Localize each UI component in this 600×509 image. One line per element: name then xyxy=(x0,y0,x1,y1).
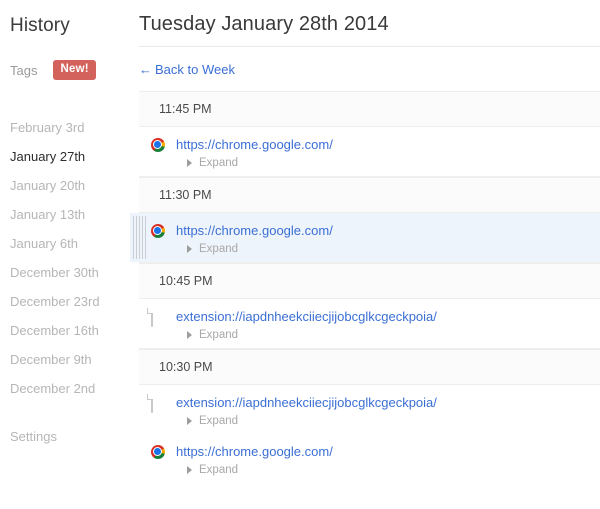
time-group-header: 10:30 PM xyxy=(139,349,600,385)
tags-row[interactable]: Tags New! xyxy=(0,54,130,86)
entry-url-link[interactable]: https://chrome.google.com/ xyxy=(176,443,333,460)
expand-toggle[interactable]: Expand xyxy=(139,329,600,341)
chrome-favicon xyxy=(150,444,166,460)
expand-label: Expand xyxy=(199,415,238,427)
time-group-header: 11:30 PM xyxy=(139,177,600,213)
history-entry[interactable]: https://chrome.google.com/Expand xyxy=(139,127,600,176)
back-to-week-link[interactable]: ←Back to Week xyxy=(139,62,235,77)
sidebar-item-date[interactable]: December 30th xyxy=(0,258,130,287)
expand-label: Expand xyxy=(199,329,238,341)
triangle-right-icon xyxy=(187,331,192,339)
entry-main: extension://iapdnheekciiecjijobcglkcgeck… xyxy=(139,394,600,411)
new-badge: New! xyxy=(53,60,95,81)
entry-url-link[interactable]: extension://iapdnheekciiecjijobcglkcgeck… xyxy=(176,308,437,325)
entry-main: https://chrome.google.com/ xyxy=(139,136,600,153)
time-group-header: 11:45 PM xyxy=(139,91,600,127)
sidebar-item-date[interactable]: January 27th xyxy=(0,142,130,171)
time-group-header: 10:45 PM xyxy=(139,263,600,299)
sidebar-item-date[interactable]: December 9th xyxy=(0,345,130,374)
triangle-right-icon xyxy=(187,159,192,167)
history-timeline: 11:45 PMhttps://chrome.google.com/Expand… xyxy=(130,91,600,483)
expand-toggle[interactable]: Expand xyxy=(139,464,600,476)
page-favicon xyxy=(150,309,166,325)
history-entry[interactable]: extension://iapdnheekciiecjijobcglkcgeck… xyxy=(139,385,600,434)
expand-toggle[interactable]: Expand xyxy=(139,157,600,169)
entry-main: https://chrome.google.com/ xyxy=(139,443,600,460)
entry-group: extension://iapdnheekciiecjijobcglkcgeck… xyxy=(130,299,600,348)
chrome-favicon xyxy=(150,137,166,153)
back-to-week-label: Back to Week xyxy=(155,62,235,77)
sidebar-item-settings[interactable]: Settings xyxy=(0,429,57,444)
expand-label: Expand xyxy=(199,464,238,476)
entry-group: https://chrome.google.com/Expand xyxy=(130,213,600,262)
sidebar: History Tags New! February 3rdJanuary 27… xyxy=(0,0,130,509)
sidebar-item-date[interactable]: December 16th xyxy=(0,316,130,345)
entry-url-link[interactable]: https://chrome.google.com/ xyxy=(176,136,333,153)
entry-group: extension://iapdnheekciiecjijobcglkcgeck… xyxy=(130,385,600,483)
entry-url-link[interactable]: extension://iapdnheekciiecjijobcglkcgeck… xyxy=(176,394,437,411)
entry-group: https://chrome.google.com/Expand xyxy=(130,127,600,176)
history-entry[interactable]: https://chrome.google.com/Expand xyxy=(139,434,600,483)
triangle-right-icon xyxy=(187,466,192,474)
sidebar-item-date[interactable]: December 2nd xyxy=(0,374,130,403)
sidebar-item-date[interactable]: February 3rd xyxy=(0,113,130,142)
drag-handle-icon[interactable] xyxy=(132,216,148,259)
back-row: ←Back to Week xyxy=(130,47,600,91)
triangle-right-icon xyxy=(187,417,192,425)
expand-toggle[interactable]: Expand xyxy=(139,243,600,255)
expand-label: Expand xyxy=(199,243,238,255)
page-title: Tuesday January 28th 2014 xyxy=(130,0,600,46)
app-title: History xyxy=(0,0,130,52)
entry-main: https://chrome.google.com/ xyxy=(139,222,600,239)
sidebar-item-date[interactable]: January 13th xyxy=(0,200,130,229)
tags-label: Tags xyxy=(10,63,37,78)
sidebar-item-date[interactable]: December 23rd xyxy=(0,287,130,316)
chrome-favicon xyxy=(150,223,166,239)
history-entry[interactable]: extension://iapdnheekciiecjijobcglkcgeck… xyxy=(139,299,600,348)
entry-url-link[interactable]: https://chrome.google.com/ xyxy=(176,222,333,239)
left-arrow-icon: ← xyxy=(139,62,152,77)
expand-label: Expand xyxy=(199,157,238,169)
history-entry[interactable]: https://chrome.google.com/Expand xyxy=(130,213,600,262)
page-favicon xyxy=(150,395,166,411)
main-content: Tuesday January 28th 2014 ←Back to Week … xyxy=(130,0,600,509)
history-app: History Tags New! February 3rdJanuary 27… xyxy=(0,0,600,509)
date-list: February 3rdJanuary 27thJanuary 20thJanu… xyxy=(0,113,130,403)
sidebar-item-date[interactable]: January 6th xyxy=(0,229,130,258)
triangle-right-icon xyxy=(187,245,192,253)
entry-main: extension://iapdnheekciiecjijobcglkcgeck… xyxy=(139,308,600,325)
sidebar-item-date[interactable]: January 20th xyxy=(0,171,130,200)
expand-toggle[interactable]: Expand xyxy=(139,415,600,427)
